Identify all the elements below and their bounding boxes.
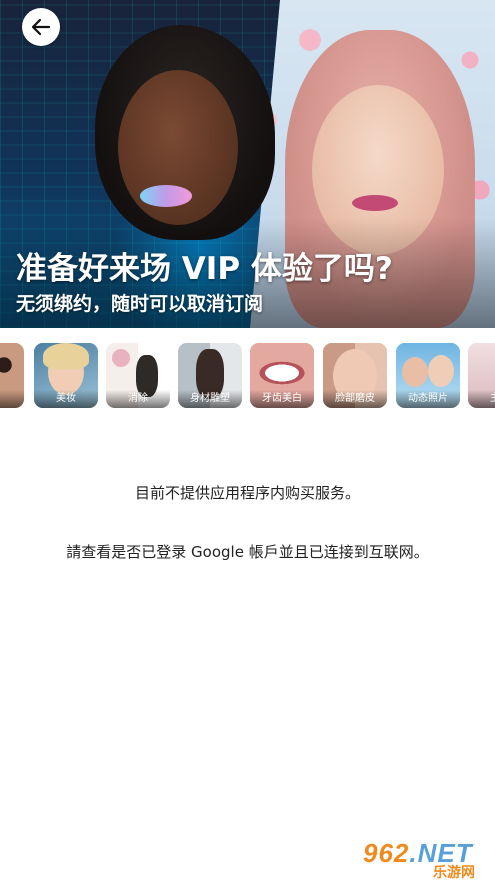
feature-label: 睛 <box>0 390 24 408</box>
feature-tile[interactable]: 牙齿美白 <box>250 343 314 408</box>
model-left-lips <box>140 185 192 207</box>
arrow-left-icon <box>31 18 51 36</box>
hero-title: 准备好来场 VIP 体验了吗? <box>16 251 393 287</box>
feature-carousel[interactable]: 睛 美妆 消除 身材雕塑 牙齿美白 脸部磨皮 动态照片 主题 <box>0 343 495 409</box>
feature-tile[interactable]: 消除 <box>106 343 170 408</box>
feature-tile[interactable]: 脸部磨皮 <box>323 343 387 408</box>
site-watermark: 962.NET 乐游网 <box>355 836 495 881</box>
purchase-unavailable-message: 目前不提供应用程序内购买服务。 <box>134 484 360 502</box>
hero-subtitle: 无须绑约，随时可以取消订阅 <box>16 293 264 315</box>
watermark-chinese: 乐游网 <box>433 865 475 881</box>
feature-label: 动态照片 <box>396 390 460 408</box>
feature-tile[interactable]: 主题 <box>468 343 495 408</box>
feature-label: 身材雕塑 <box>178 390 242 408</box>
hero-banner: 准备好来场 VIP 体验了吗? 无须绑约，随时可以取消订阅 <box>0 0 495 328</box>
feature-tile[interactable]: 睛 <box>0 343 24 408</box>
feature-label: 主题 <box>468 390 495 408</box>
model-right-lips <box>352 195 398 211</box>
account-check-message: 請查看是否已登录 Google 帳戶並且已连接到互联网。 <box>66 543 429 561</box>
feature-label: 消除 <box>106 390 170 408</box>
feature-tile[interactable]: 身材雕塑 <box>178 343 242 408</box>
feature-label: 脸部磨皮 <box>323 390 387 408</box>
feature-label: 美妆 <box>34 390 98 408</box>
feature-label: 牙齿美白 <box>250 390 314 408</box>
back-button[interactable] <box>22 8 60 46</box>
feature-tile[interactable]: 动态照片 <box>396 343 460 408</box>
feature-tile[interactable]: 美妆 <box>34 343 98 408</box>
